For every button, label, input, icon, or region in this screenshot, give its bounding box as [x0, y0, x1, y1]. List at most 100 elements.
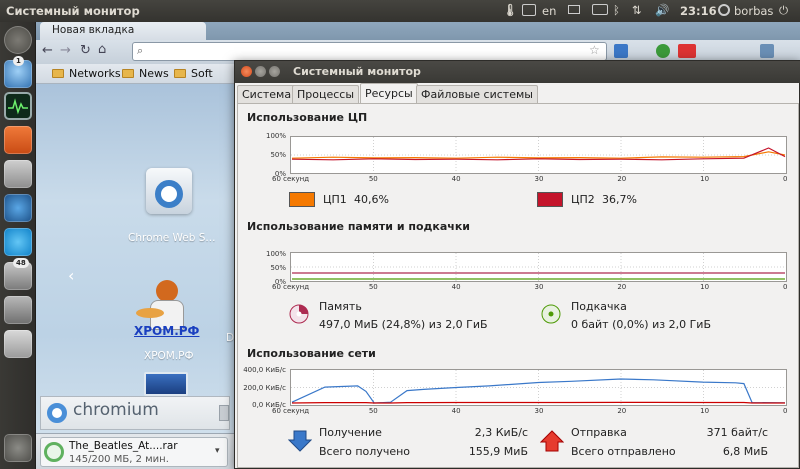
- user-name[interactable]: borbas: [734, 4, 773, 18]
- chromium-footer: chromium: [40, 396, 230, 430]
- keyboard-icon[interactable]: [522, 4, 536, 16]
- close-icon[interactable]: [241, 66, 252, 77]
- skype-icon[interactable]: [4, 228, 32, 256]
- download-filename: The_Beatles_At....rar: [69, 440, 178, 452]
- chromium-icon[interactable]: 1: [4, 56, 32, 88]
- window-titlebar[interactable]: Системный монитор: [235, 61, 800, 83]
- cpu1-color-swatch[interactable]: [289, 192, 315, 207]
- graph-canvas: [291, 370, 786, 405]
- mail-icon[interactable]: [568, 5, 580, 14]
- cpu2-color-swatch[interactable]: [537, 192, 563, 207]
- cpu2-value: 36,7%: [602, 193, 637, 206]
- keyboard-layout[interactable]: en: [542, 4, 556, 18]
- x-tick: 50: [368, 175, 378, 183]
- chevron-down-icon[interactable]: ▾: [215, 446, 220, 456]
- app-label-webstore[interactable]: Chrome Web S...: [128, 232, 215, 244]
- receive-label: Получение: [319, 426, 382, 439]
- memory-pie-icon[interactable]: [288, 303, 310, 325]
- graph-canvas: [291, 137, 786, 173]
- logo-text: ХРОМ.РФ: [134, 324, 200, 338]
- reload-icon[interactable]: ↻: [80, 43, 91, 58]
- folder-icon: [52, 69, 64, 78]
- resources-panel: Использование ЦП 100% 50% 0% ЦП1 40,6% Ц…: [237, 103, 799, 468]
- network-heading: Использование сети: [247, 347, 376, 360]
- download-item[interactable]: The_Beatles_At....rar 145/200 МБ, 2 мин.…: [40, 437, 228, 467]
- web-store-icon[interactable]: [146, 168, 192, 214]
- back-icon[interactable]: ←: [42, 43, 53, 58]
- x-tick: 20: [617, 283, 627, 291]
- extension-wrench-icon[interactable]: [760, 44, 774, 58]
- send-label: Отправка: [571, 426, 627, 439]
- download-status: 145/200 МБ, 2 мин.: [69, 454, 169, 465]
- search-icon: ⌕: [137, 44, 144, 57]
- user-icon[interactable]: [718, 4, 730, 16]
- y-tick: 100%: [265, 250, 286, 258]
- tab-strip: Новая вкладка: [36, 22, 800, 40]
- tab-filesystems[interactable]: Файловые системы: [416, 85, 538, 103]
- thermometer-icon[interactable]: 🌡: [503, 3, 518, 17]
- calculator-icon[interactable]: [4, 160, 32, 188]
- power-icon[interactable]: ⏻: [779, 3, 788, 18]
- swap-pie-icon[interactable]: [540, 303, 562, 325]
- extension-gift-icon[interactable]: [678, 44, 696, 58]
- cpu2-label: ЦП2: [571, 193, 595, 206]
- folder-icon[interactable]: [4, 126, 32, 154]
- x-tick: 60 секунд: [272, 175, 310, 183]
- launcher-badge: 48: [13, 258, 29, 268]
- tab-resources[interactable]: Ресурсы: [360, 83, 418, 104]
- tab-new[interactable]: Новая вкладка: [40, 22, 206, 40]
- swap-label: Подкачка: [571, 300, 627, 313]
- window-title: Системный монитор: [293, 65, 421, 78]
- extension-globe-icon[interactable]: [656, 44, 670, 58]
- battery-icon[interactable]: [592, 4, 608, 15]
- forward-icon[interactable]: →: [60, 43, 71, 58]
- minimize-icon[interactable]: [255, 66, 266, 77]
- chevron-left-icon[interactable]: ‹: [68, 266, 74, 285]
- bookmark-soft[interactable]: Soft: [174, 67, 213, 80]
- send-total: 6,8 МиБ: [722, 445, 768, 458]
- x-tick: 40: [451, 407, 461, 415]
- x-tick: 40: [451, 175, 461, 183]
- ubuntu-logo-icon[interactable]: [4, 26, 32, 54]
- download-arrow-icon[interactable]: [288, 429, 312, 453]
- cpu1-label: ЦП1: [323, 193, 347, 206]
- drive-icon[interactable]: [4, 330, 32, 358]
- y-tick: 50%: [270, 151, 286, 159]
- omnibox[interactable]: ⌕ ☆: [132, 42, 607, 61]
- star-icon[interactable]: ☆: [589, 43, 600, 57]
- web-store-logo: [155, 180, 183, 208]
- swap-value: 0 байт (0,0%) из 2,0 ГиБ: [571, 318, 711, 331]
- update-icon[interactable]: 48: [4, 258, 32, 290]
- maximize-icon[interactable]: [269, 66, 280, 77]
- app-label-hrom[interactable]: ХРОМ.РФ: [144, 350, 194, 362]
- trash-icon[interactable]: [4, 434, 32, 462]
- x-tick: 10: [700, 407, 710, 415]
- home-icon[interactable]: ⌂: [98, 42, 106, 57]
- bookmark-networks[interactable]: Networks: [52, 67, 121, 80]
- page-indicator[interactable]: [219, 405, 229, 421]
- x-tick: 10: [700, 283, 710, 291]
- bluetooth-icon[interactable]: ᛒ: [613, 3, 620, 17]
- chef-logo-icon[interactable]: ХРОМ.РФ: [132, 280, 202, 340]
- pizza: [136, 308, 164, 318]
- y-tick: 50%: [270, 264, 286, 272]
- app-tile-icon[interactable]: [144, 372, 188, 396]
- x-tick: 60 секунд: [272, 283, 310, 291]
- torrent-icon[interactable]: [4, 194, 32, 222]
- network-icon[interactable]: ⇅: [632, 3, 642, 17]
- system-monitor-icon[interactable]: [4, 92, 32, 120]
- workspace-icon[interactable]: [4, 296, 32, 324]
- x-tick: 50: [368, 407, 378, 415]
- volume-icon[interactable]: 🔊: [655, 3, 669, 17]
- upload-arrow-icon[interactable]: [540, 429, 564, 453]
- clock[interactable]: 23:16: [680, 4, 717, 18]
- send-rate: 371 байт/с: [706, 426, 768, 439]
- app-label-partial[interactable]: D: [226, 332, 234, 344]
- tab-system[interactable]: Система: [237, 85, 297, 103]
- series-line-1: [291, 401, 785, 404]
- graph-canvas: [291, 253, 786, 281]
- tab-processes[interactable]: Процессы: [292, 85, 360, 103]
- bookmark-news[interactable]: News: [122, 67, 169, 80]
- extension-translate-icon[interactable]: [614, 44, 628, 58]
- folder-icon: [122, 69, 134, 78]
